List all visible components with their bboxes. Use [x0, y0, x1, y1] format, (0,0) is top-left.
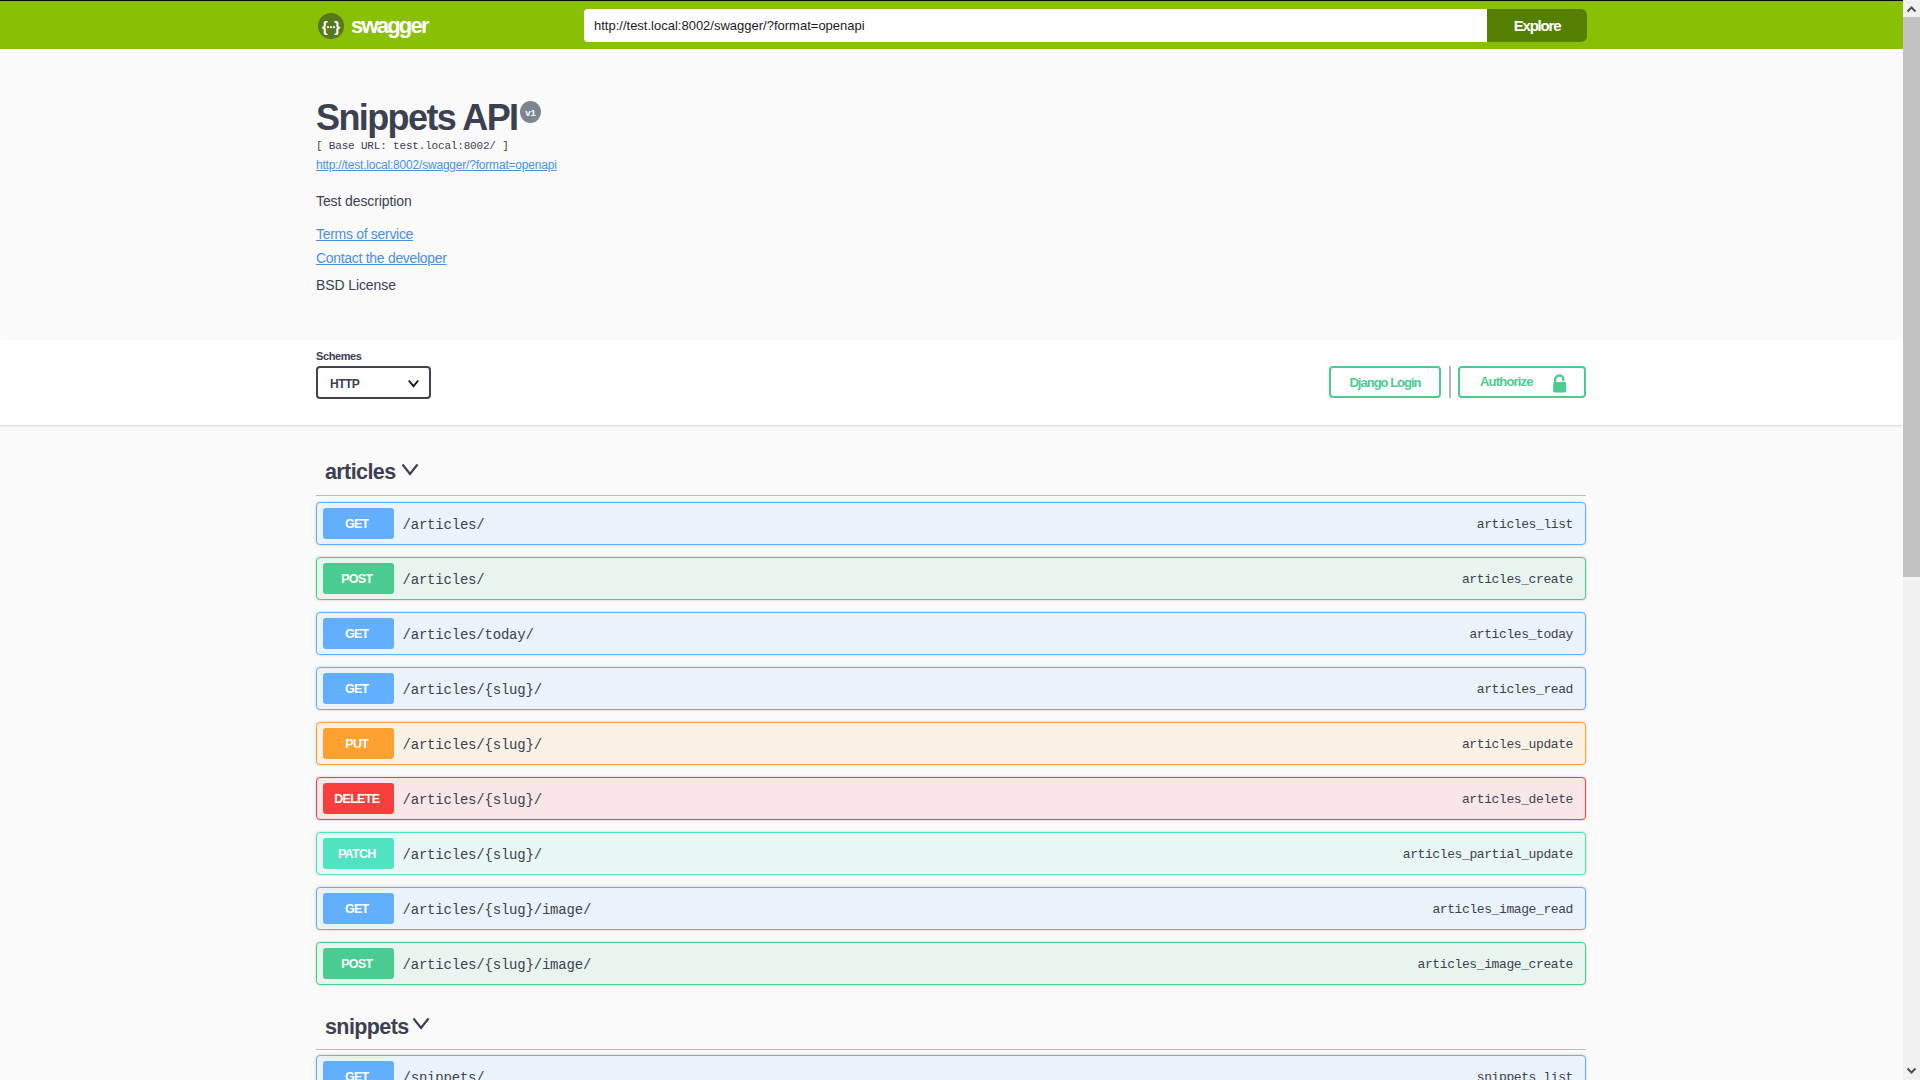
svg-text:}: } — [334, 18, 340, 35]
svg-text:{: { — [322, 18, 328, 35]
